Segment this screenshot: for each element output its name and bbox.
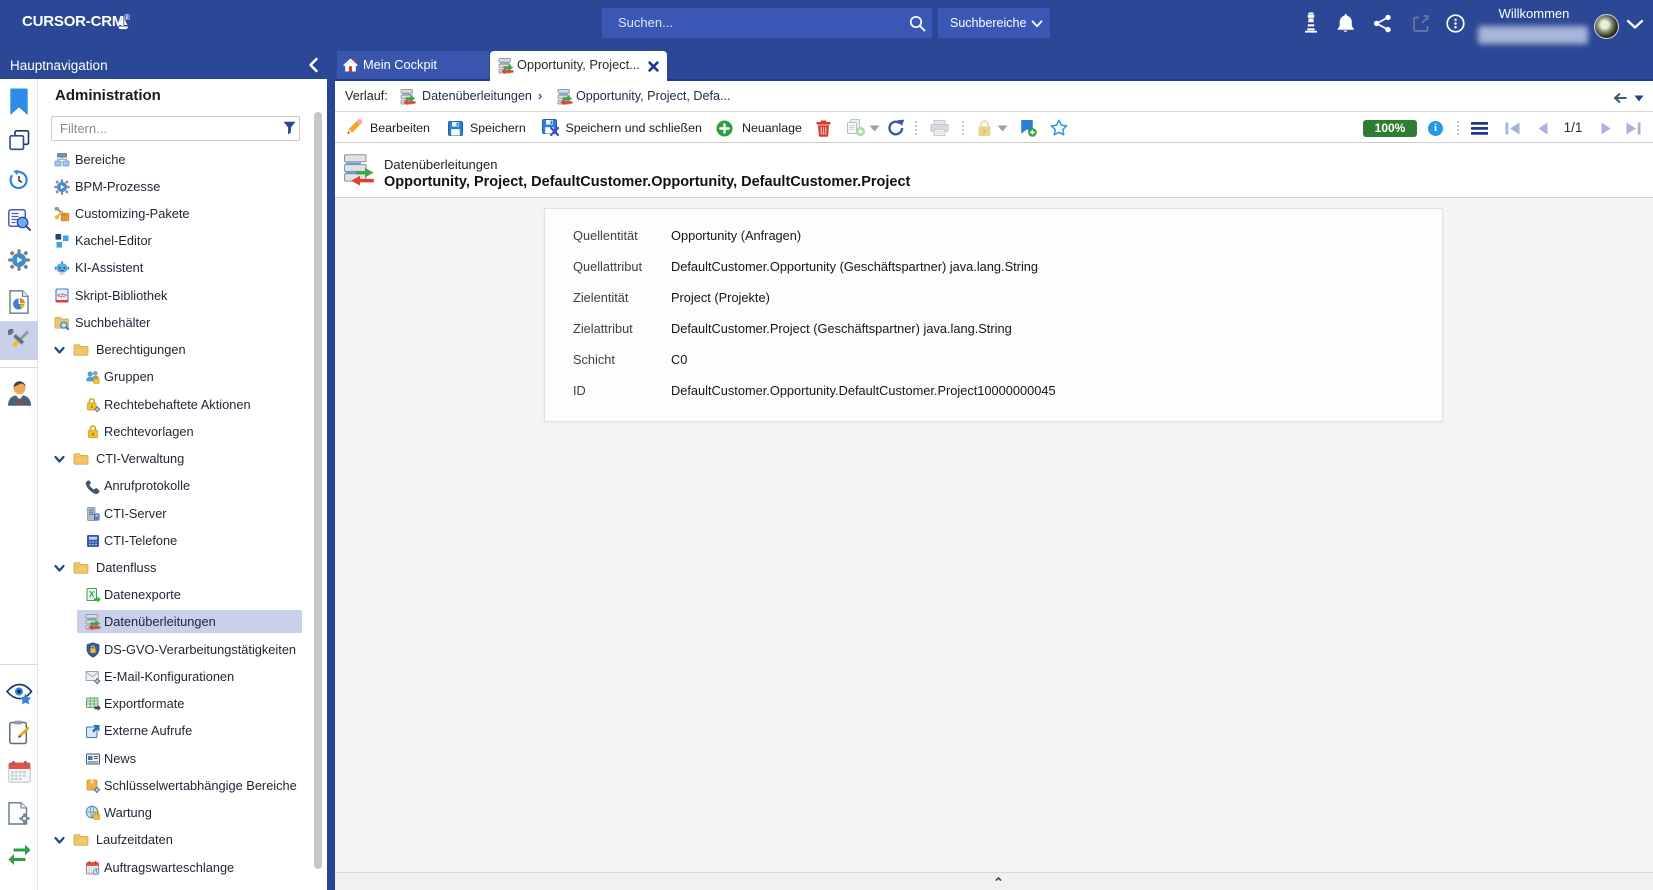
svg-text:</>: </> — [57, 292, 67, 299]
svg-text:X: X — [89, 590, 95, 599]
